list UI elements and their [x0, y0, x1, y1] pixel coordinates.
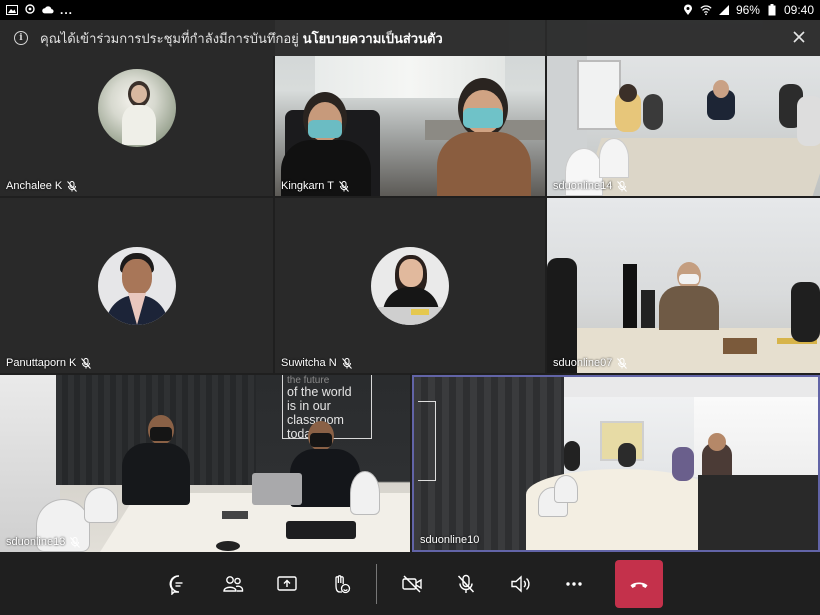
mic-off-icon: [617, 357, 628, 369]
controls-divider: [376, 563, 377, 604]
more-icon: [566, 581, 582, 586]
participant-tile-sduonline07[interactable]: sduonline07: [547, 198, 820, 373]
participants-button[interactable]: [211, 562, 255, 606]
video-grid: Anchalee K Kingkarn T sduonline14 Panutt…: [0, 20, 820, 552]
speaker-icon: [511, 574, 530, 593]
hang-up-icon: [630, 582, 648, 588]
leave-call-button[interactable]: [615, 559, 663, 608]
participant-label: Kingkarn T: [281, 180, 349, 192]
self-view-tile[interactable]: [698, 475, 818, 550]
battery-percent: 96%: [735, 3, 760, 17]
video-feed: the future of the world is in our classr…: [0, 375, 410, 552]
participant-label: Suwitcha N: [281, 357, 352, 369]
mic-off-icon: [341, 357, 352, 369]
mic-off-icon: [457, 574, 475, 593]
participant-label: sduonline13: [6, 536, 81, 548]
cloud-icon: [42, 4, 54, 16]
participant-tile-suwitcha[interactable]: Suwitcha N: [275, 198, 545, 373]
battery-icon: [766, 4, 778, 16]
people-icon: [223, 575, 244, 592]
video-feed: [547, 198, 820, 373]
clock: 09:40: [783, 3, 814, 17]
participant-label: Anchalee K: [6, 180, 78, 192]
mic-off-icon: [617, 180, 628, 192]
chat-icon: [169, 574, 183, 595]
participant-tile-sduonline13[interactable]: the future of the world is in our classr…: [0, 375, 410, 552]
mic-toggle-button[interactable]: [444, 562, 488, 606]
mic-off-icon: [70, 536, 81, 548]
raise-hand-button[interactable]: [319, 562, 363, 606]
participant-avatar: [371, 247, 449, 325]
participant-label: sduonline14: [553, 180, 628, 192]
hand-reaction-icon: [335, 574, 351, 593]
recording-privacy-banner: i คุณได้เข้าร่วมการประชุมที่กำลังมีการบั…: [0, 20, 820, 56]
more-options-button[interactable]: [552, 562, 596, 606]
participant-tile-panuttaporn[interactable]: Panuttaporn K: [0, 198, 273, 373]
mic-off-icon: [339, 180, 349, 192]
participant-avatar: [98, 69, 176, 147]
signal-icon: [718, 4, 730, 16]
info-icon: i: [14, 31, 28, 45]
wifi-icon: [700, 4, 712, 16]
meeting-controls: [0, 552, 820, 615]
close-icon[interactable]: [792, 30, 806, 44]
location-icon: [682, 4, 694, 16]
participant-label: sduonline10: [420, 534, 480, 546]
mic-off-icon: [67, 180, 78, 192]
participant-label: sduonline07: [553, 357, 628, 369]
mic-off-icon: [81, 357, 92, 369]
camera-off-icon: [402, 574, 422, 593]
location-pin-icon: [24, 4, 36, 16]
chat-button[interactable]: [157, 562, 201, 606]
privacy-policy-link[interactable]: นโยบายความเป็นส่วนตัว: [303, 28, 443, 49]
camera-toggle-button[interactable]: [390, 562, 434, 606]
share-screen-button[interactable]: [265, 562, 309, 606]
status-bar: ... 96% 09:40: [0, 0, 820, 20]
participant-avatar: [98, 247, 176, 325]
speaker-button[interactable]: [498, 562, 542, 606]
more-notifications: ...: [60, 3, 74, 17]
banner-message: คุณได้เข้าร่วมการประชุมที่กำลังมีการบันท…: [40, 30, 299, 46]
gallery-icon: [6, 4, 18, 16]
participant-label: Panuttaporn K: [6, 357, 92, 369]
share-screen-icon: [277, 575, 297, 591]
